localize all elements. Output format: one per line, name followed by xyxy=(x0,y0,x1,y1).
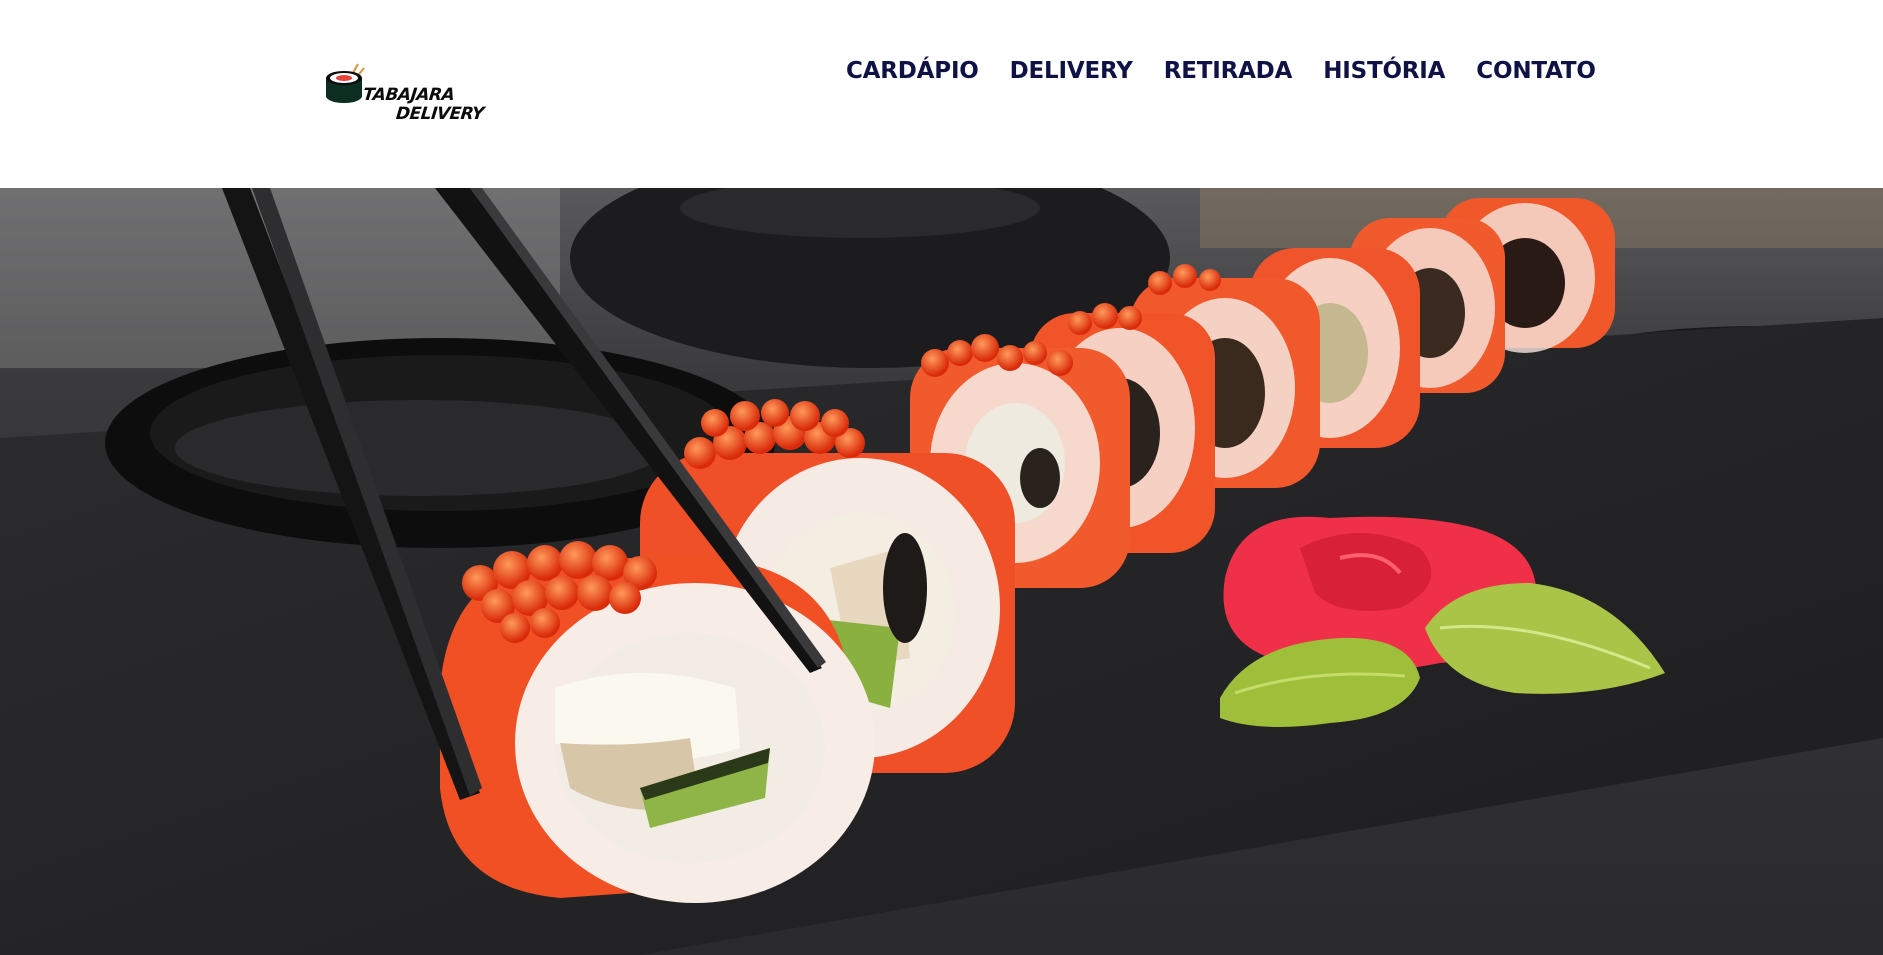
main-nav: CARDÁPIO DELIVERY RETIRADA HISTÓRIA CONT… xyxy=(846,54,1596,88)
hero-banner xyxy=(0,188,1883,955)
nav-item-delivery[interactable]: DELIVERY xyxy=(1010,54,1133,88)
nav-item-retirada[interactable]: RETIRADA xyxy=(1164,54,1293,88)
brand-line-1: TABAJARA xyxy=(362,85,456,105)
brand-logo[interactable]: TABAJARA DELIVERY xyxy=(324,62,485,134)
sushi-roll-chopsticks-icon xyxy=(326,63,365,103)
brand-wordmark: TABAJARA DELIVERY xyxy=(360,85,486,124)
hero-image xyxy=(0,188,1883,955)
nav-item-historia[interactable]: HISTÓRIA xyxy=(1323,54,1445,88)
nav-item-contato[interactable]: CONTATO xyxy=(1476,54,1596,88)
nav-item-cardapio[interactable]: CARDÁPIO xyxy=(846,54,979,88)
brand-line-2: DELIVERY xyxy=(395,104,485,124)
site-header: TABAJARA DELIVERY CARDÁPIO DELIVERY RETI… xyxy=(0,0,1883,188)
